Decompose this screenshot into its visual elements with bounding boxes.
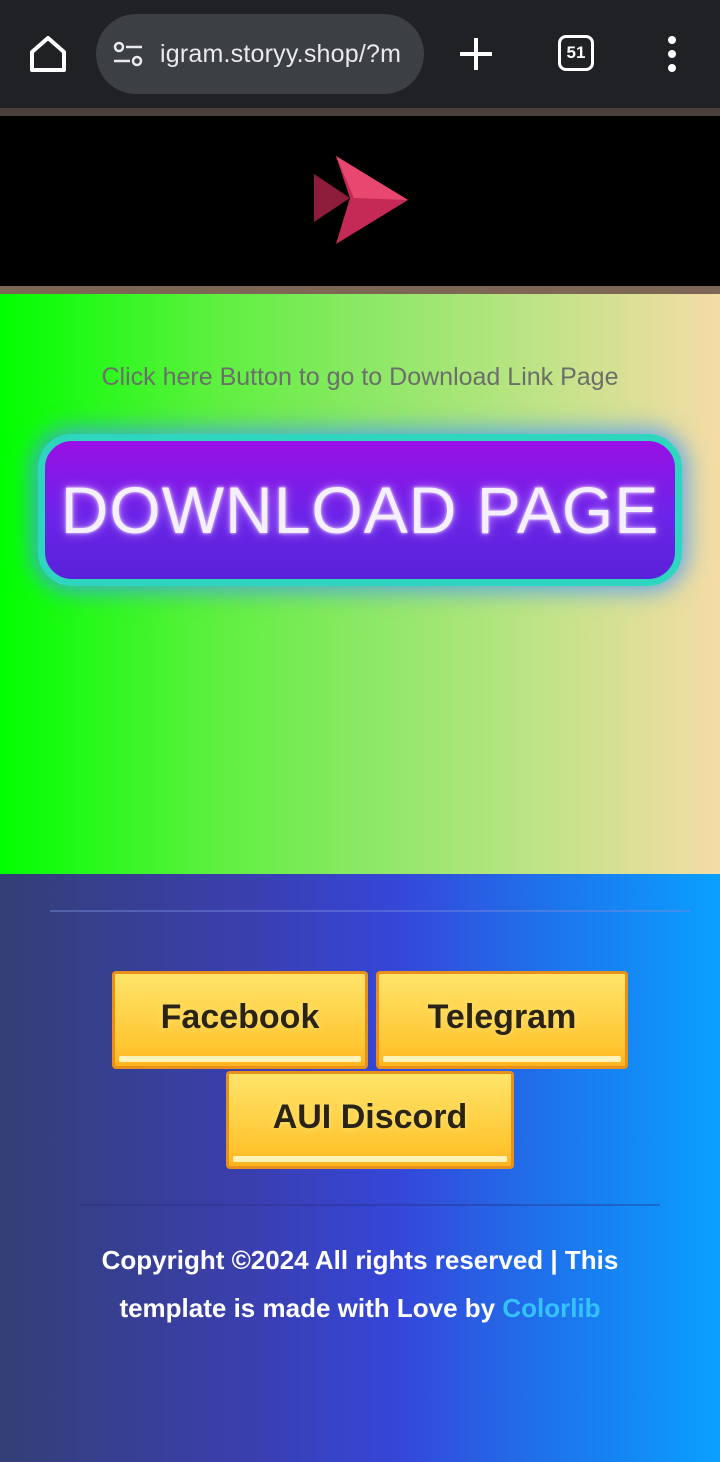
site-footer: Facebook Telegram AUI Discord Copyright … <box>0 874 720 1462</box>
home-button[interactable] <box>24 30 72 78</box>
hero-section: Click here Button to go to Download Link… <box>0 294 720 874</box>
tab-switcher-button[interactable]: 51 <box>558 35 594 71</box>
toolbar-divider <box>0 108 720 116</box>
footer-divider <box>50 910 690 912</box>
colorlib-link[interactable]: Colorlib <box>502 1293 600 1323</box>
footer-divider-bottom <box>80 1204 660 1206</box>
home-icon <box>30 36 66 72</box>
telegram-button[interactable]: Telegram <box>376 971 628 1069</box>
new-tab-button[interactable] <box>456 34 496 74</box>
browser-toolbar: igram.storyy.shop/?m 51 <box>0 0 720 108</box>
discord-label: AUI Discord <box>272 1097 468 1136</box>
play-arrow-logo-icon[interactable] <box>310 152 410 248</box>
url-text: igram.storyy.shop/?m <box>160 40 402 68</box>
site-info-icon[interactable] <box>112 40 144 68</box>
download-page-button[interactable]: DOWNLOAD PAGE <box>38 434 682 586</box>
download-button-label: DOWNLOAD PAGE <box>60 473 660 547</box>
more-vert-icon <box>668 36 676 72</box>
address-bar[interactable]: igram.storyy.shop/?m <box>96 14 424 94</box>
hero-caption: Click here Button to go to Download Link… <box>101 363 619 391</box>
tab-count: 51 <box>566 43 586 62</box>
browser-menu-button[interactable] <box>660 34 684 74</box>
site-header <box>0 116 720 286</box>
header-divider <box>0 286 720 294</box>
telegram-label: Telegram <box>427 997 577 1036</box>
plus-icon <box>460 38 492 70</box>
copyright-text: Copyright ©2024 All rights reserved | Th… <box>90 1236 630 1332</box>
facebook-label: Facebook <box>160 997 320 1036</box>
discord-button[interactable]: AUI Discord <box>226 1071 514 1169</box>
facebook-button[interactable]: Facebook <box>112 971 368 1069</box>
